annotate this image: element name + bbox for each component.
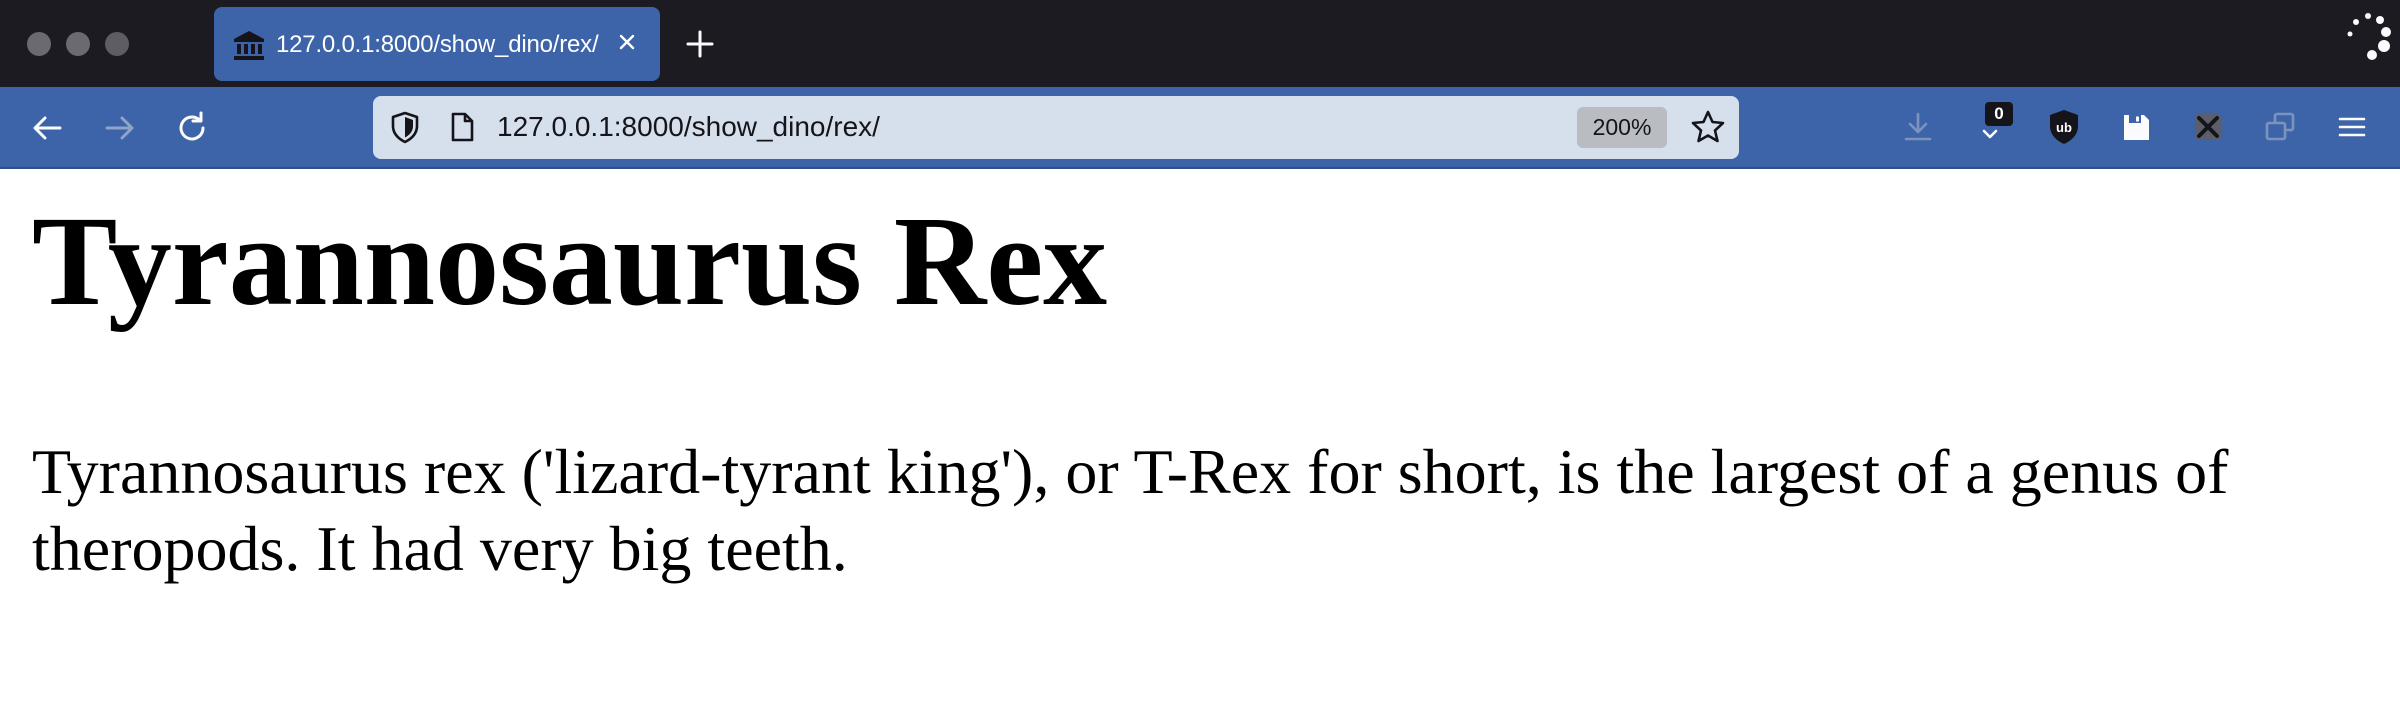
navigation-toolbar: 127.0.0.1:8000/show_dino/rex/ 200% 0 ub bbox=[0, 87, 2400, 169]
active-tab[interactable]: 127.0.0.1:8000/show_dino/rex/ bbox=[214, 7, 660, 81]
loading-spinner-icon bbox=[2347, 13, 2391, 60]
hamburger-menu-icon[interactable] bbox=[2334, 109, 2370, 145]
overlapping-windows-icon[interactable] bbox=[2262, 109, 2298, 145]
page-paragraph: Tyrannosaurus rex ('lizard-tyrant king')… bbox=[32, 436, 2229, 584]
crossed-tool-icon[interactable] bbox=[2190, 109, 2226, 145]
extension-badge: 0 bbox=[1985, 102, 2013, 126]
floppy-disk-icon[interactable] bbox=[2118, 109, 2154, 145]
reload-icon[interactable] bbox=[174, 110, 210, 146]
ublock-icon[interactable]: ub bbox=[2046, 108, 2082, 146]
zoom-level-badge[interactable]: 200% bbox=[1577, 107, 1667, 148]
svg-text:ub: ub bbox=[2056, 120, 2072, 135]
download-icon[interactable] bbox=[1900, 109, 1936, 145]
shield-icon[interactable] bbox=[387, 109, 423, 145]
star-icon[interactable] bbox=[1689, 108, 1727, 146]
window-zoom-control[interactable] bbox=[105, 32, 129, 56]
window-minimize-control[interactable] bbox=[66, 32, 90, 56]
page-title: Tyrannosaurus Rex bbox=[32, 190, 1108, 332]
tab-title: 127.0.0.1:8000/show_dino/rex/ bbox=[276, 31, 599, 58]
arrow-left-icon[interactable] bbox=[30, 110, 66, 146]
bank-building-icon bbox=[234, 31, 264, 60]
page-content: Tyrannosaurus Rex Tyrannosaurus rex ('li… bbox=[0, 171, 2400, 708]
page-icon[interactable] bbox=[445, 110, 479, 144]
close-icon[interactable] bbox=[612, 27, 642, 57]
arrow-right-icon[interactable] bbox=[101, 110, 137, 146]
browser-titlebar: 127.0.0.1:8000/show_dino/rex/ bbox=[0, 0, 2400, 87]
plus-icon[interactable] bbox=[682, 26, 718, 62]
window-close-control[interactable] bbox=[27, 32, 51, 56]
url-bar[interactable]: 127.0.0.1:8000/show_dino/rex/ 200% bbox=[373, 96, 1739, 159]
url-text[interactable]: 127.0.0.1:8000/show_dino/rex/ bbox=[497, 111, 880, 143]
